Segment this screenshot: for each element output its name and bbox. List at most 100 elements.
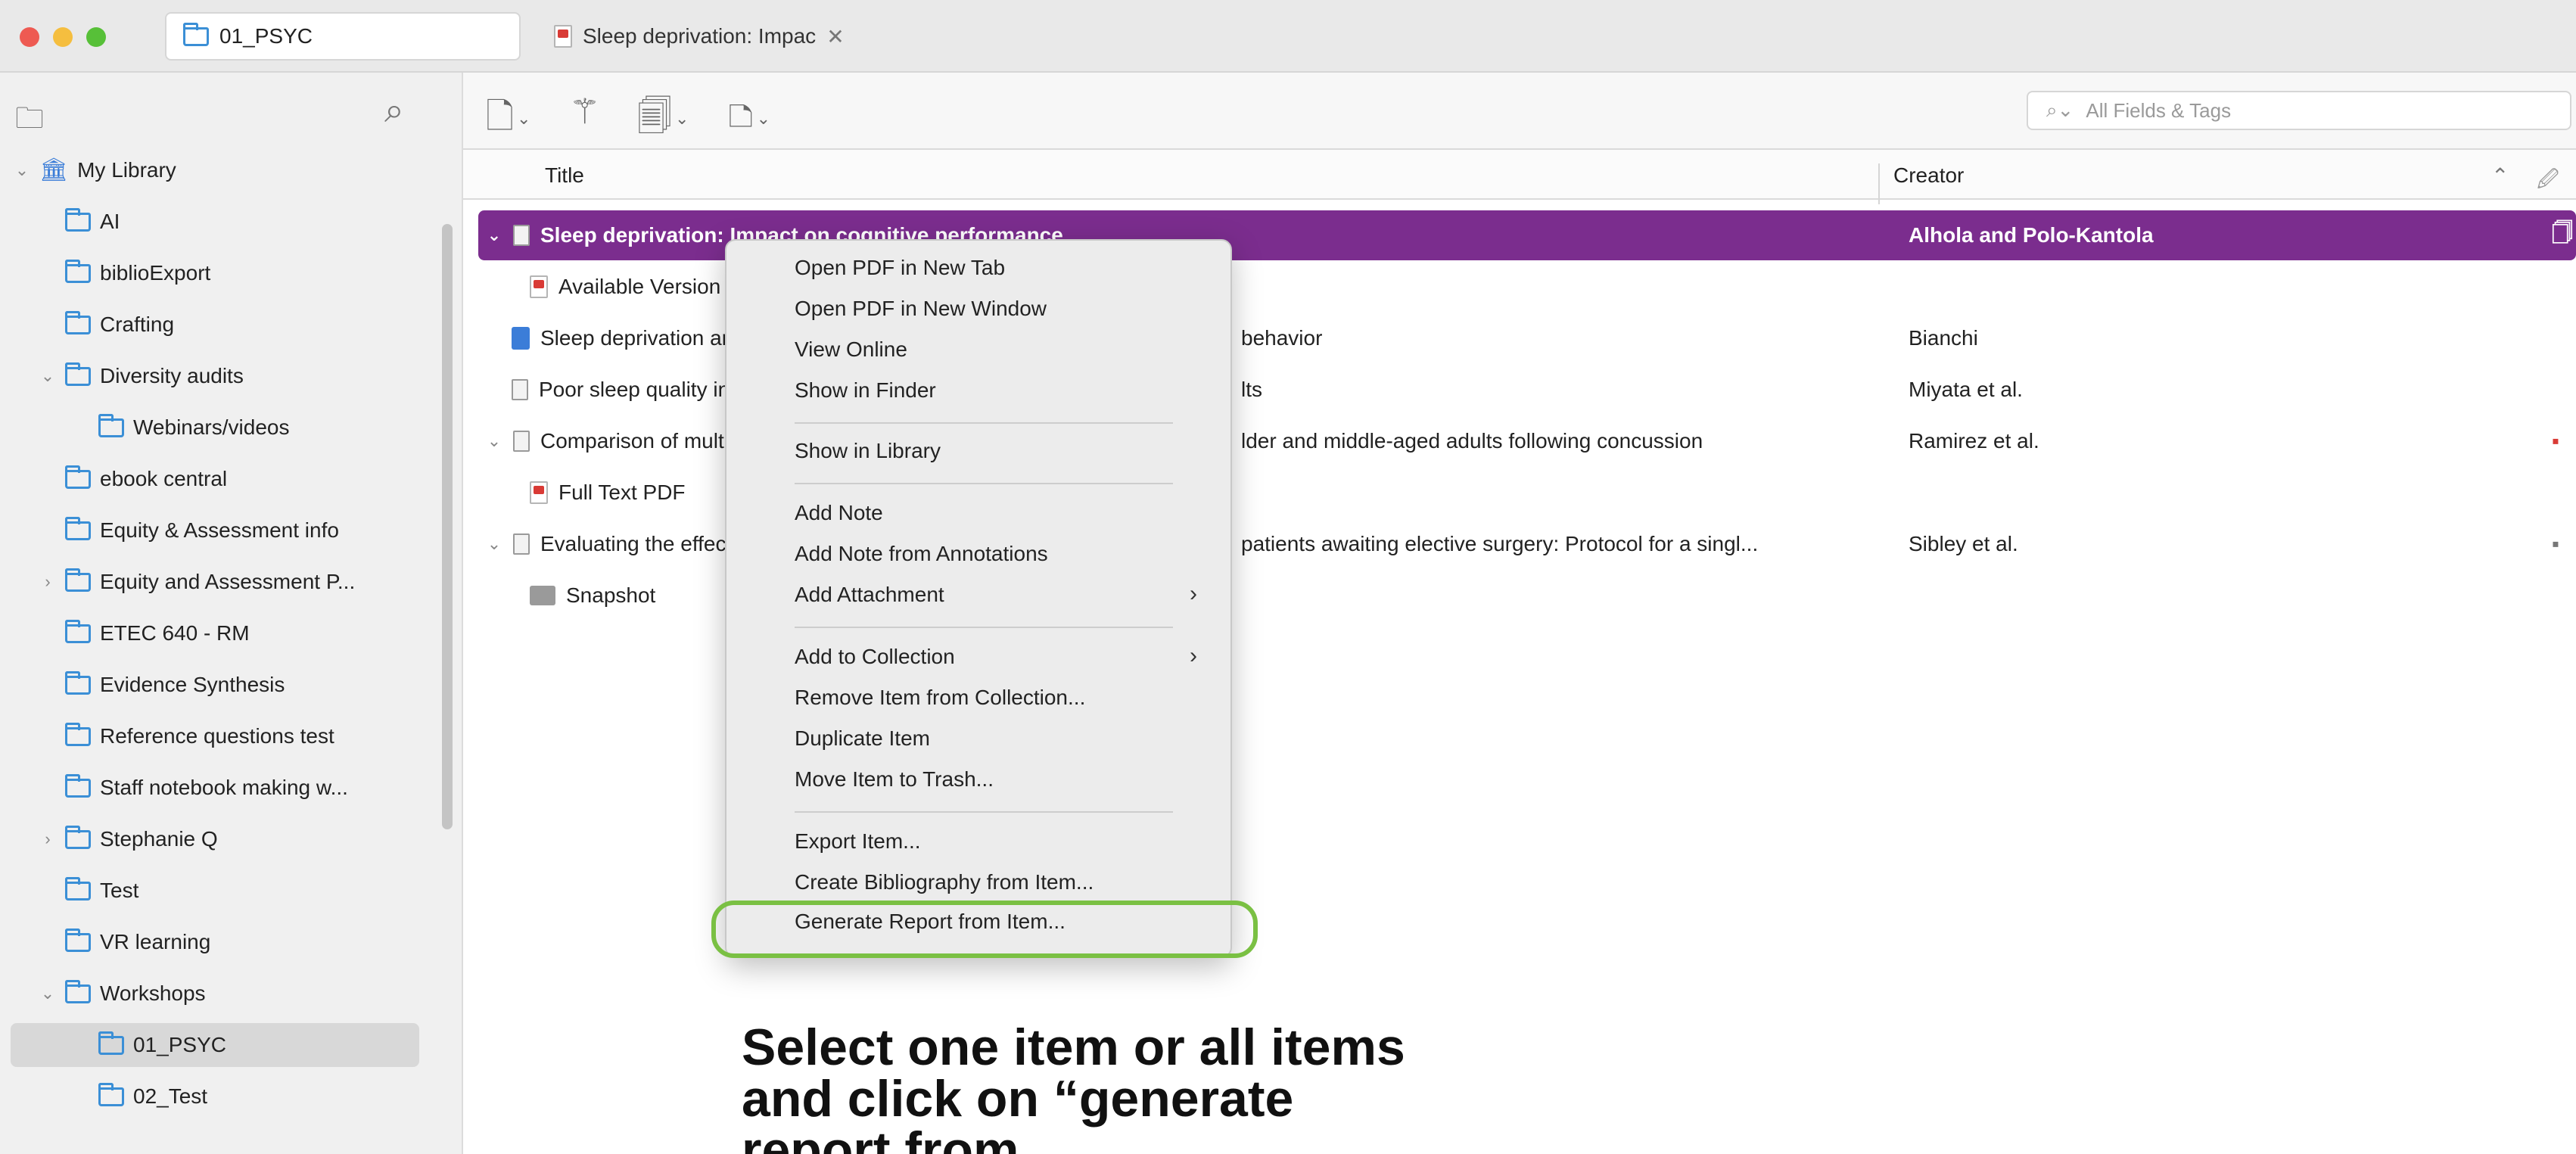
column-divider[interactable]	[1878, 163, 1880, 204]
menu-add-to-collection[interactable]: Add to Collection	[795, 645, 955, 669]
column-title[interactable]: Title	[545, 163, 584, 188]
sidebar-item-ai[interactable]: AI	[65, 200, 120, 244]
search-placeholder: All Fields & Tags	[2086, 98, 2232, 122]
folder-icon	[98, 413, 124, 437]
chevron-down-icon[interactable]: ⌄	[39, 984, 56, 1003]
sidebar-item-biblioexport[interactable]: biblioExport	[65, 251, 210, 295]
chevron-down-icon[interactable]: ⌄	[14, 160, 30, 180]
sidebar-item-01-psyc[interactable]: 01_PSYC	[11, 1023, 419, 1067]
book-icon	[512, 327, 530, 350]
sidebar-item-ebook-central[interactable]: ebook central	[65, 457, 227, 501]
library-icon: 🏛	[39, 157, 69, 182]
journal-article-icon	[513, 533, 530, 555]
attachment-icon[interactable]: 🗍	[2552, 217, 2573, 254]
title-cell: Sleep deprivation ar	[512, 326, 729, 350]
sidebar-item-label: Staff notebook making w...	[100, 776, 348, 799]
item-title: Snapshot	[566, 583, 656, 607]
sidebar-item-evidence-synthesis[interactable]: Evidence Synthesis	[65, 663, 285, 707]
search-icon[interactable]: ⌕	[384, 89, 404, 132]
menu-add-note-from-annotations[interactable]: Add Note from Annotations	[795, 542, 1048, 566]
sidebar-item-reference-questions-test[interactable]: Reference questions test	[65, 714, 334, 758]
sidebar-item-stephanie-q[interactable]: › Stephanie Q	[39, 817, 218, 861]
chevron-down-icon[interactable]: ⌄	[486, 534, 502, 554]
menu-create-bibliography[interactable]: Create Bibliography from Item...	[795, 870, 1094, 894]
tab-pdf-label: Sleep deprivation: Impac	[583, 24, 817, 48]
chevron-right-icon[interactable]: ›	[39, 829, 56, 849]
menu-separator	[795, 811, 1173, 813]
sidebar-item-label: Workshops	[100, 981, 206, 1005]
menu-remove-from-collection[interactable]: Remove Item from Collection...	[795, 686, 1085, 710]
pdf-attachment-icon[interactable]: ▪	[2552, 429, 2559, 453]
sidebar-item-etec-640[interactable]: ETEC 640 - RM	[65, 611, 250, 655]
new-collection-icon[interactable]: 🗀	[15, 97, 44, 146]
journal-article-icon	[513, 225, 530, 246]
sidebar-item-label: Webinars/videos	[133, 415, 290, 439]
sidebar-item-label: ebook central	[100, 467, 228, 490]
pdf-icon	[530, 275, 548, 298]
sidebar-item-equity-assessment-info[interactable]: Equity & Assessment info	[65, 509, 339, 552]
menu-show-in-finder[interactable]: Show in Finder	[795, 378, 936, 403]
sidebar-scrollbar[interactable]	[442, 224, 453, 829]
sidebar-item-label: Equity & Assessment info	[100, 518, 339, 542]
sidebar-item-crafting[interactable]: Crafting	[65, 303, 174, 347]
column-header: Title Creator ⌃ 🖉	[463, 148, 2576, 204]
sidebar-item-label: Crafting	[100, 313, 175, 336]
new-note-icon[interactable]: 🗅 ⌄	[728, 91, 770, 150]
chevron-right-icon[interactable]: ›	[39, 572, 56, 592]
search-input[interactable]: ⌕⌄ All Fields & Tags	[2027, 91, 2571, 130]
sidebar-item-equity-and-assessment-p[interactable]: › Equity and Assessment P...	[39, 560, 355, 604]
menu-view-online[interactable]: View Online	[795, 337, 907, 362]
column-creator[interactable]: Creator	[1893, 163, 1964, 188]
sidebar-item-webinars-videos[interactable]: Webinars/videos	[98, 406, 289, 449]
menu-show-in-library[interactable]: Show in Library	[795, 439, 941, 463]
menu-open-pdf-new-window[interactable]: Open PDF in New Window	[795, 297, 1047, 321]
menu-add-note[interactable]: Add Note	[795, 501, 883, 525]
sidebar-item-label: Diversity audits	[100, 364, 244, 387]
sort-ascending-icon[interactable]: ⌃	[2491, 163, 2509, 188]
menu-export-item[interactable]: Export Item...	[795, 829, 921, 854]
title-cell: ⌄ Comparison of multi	[486, 429, 729, 453]
sidebar-item-vr-learning[interactable]: VR learning	[65, 920, 210, 964]
sidebar-item-label: VR learning	[100, 930, 211, 953]
sidebar-item-test[interactable]: Test	[65, 869, 138, 913]
attachment-column-icon[interactable]: 🖉	[2537, 163, 2559, 200]
items-toolbar: 🗋 ⌄ ⚚ 🗐 ⌄ 🗅 ⌄ ⌕⌄ All Fields & Tags	[463, 73, 2576, 148]
snapshot-attachment-icon[interactable]: ▪	[2552, 532, 2559, 556]
zoom-window-button[interactable]	[86, 27, 106, 47]
item-creator: Sibley et al.	[1909, 532, 2018, 555]
sidebar-item-workshops[interactable]: ⌄ Workshops	[39, 972, 206, 1016]
minimize-window-button[interactable]	[53, 27, 73, 47]
folder-icon	[65, 979, 91, 1003]
menu-duplicate-item[interactable]: Duplicate Item	[795, 726, 930, 751]
tab-library[interactable]: 01_PSYC	[165, 12, 521, 61]
sidebar-item-diversity-audits[interactable]: ⌄ Diversity audits	[39, 354, 244, 398]
sidebar-item-label: ETEC 640 - RM	[100, 621, 250, 645]
magic-wand-icon[interactable]: ⚚	[569, 91, 600, 132]
sidebar-item-my-library[interactable]: ⌄ 🏛 My Library	[14, 148, 176, 192]
sidebar-item-label: Evidence Synthesis	[100, 673, 285, 696]
menu-open-pdf-new-tab[interactable]: Open PDF in New Tab	[795, 256, 1005, 280]
sidebar-item-label: Reference questions test	[100, 724, 334, 748]
chevron-down-icon[interactable]: ⌄	[486, 431, 502, 451]
chevron-down-icon[interactable]: ⌄	[39, 366, 56, 386]
snapshot-icon	[530, 586, 555, 605]
close-window-button[interactable]	[20, 27, 39, 47]
menu-move-to-trash[interactable]: Move Item to Trash...	[795, 767, 994, 792]
sidebar-item-staff-notebook[interactable]: Staff notebook making w...	[65, 766, 348, 810]
add-attachment-icon[interactable]: 🗐 ⌄	[637, 91, 689, 150]
highlight-annotation	[711, 900, 1258, 958]
sidebar-item-label: AI	[100, 210, 120, 233]
close-tab-icon[interactable]: ✕	[826, 24, 844, 49]
item-title-tail: behavior	[1241, 326, 1323, 350]
sidebar-item-02-test[interactable]: 02_Test	[98, 1075, 207, 1118]
chevron-down-icon[interactable]: ⌄	[486, 226, 502, 245]
folder-icon	[98, 1082, 124, 1106]
folder-icon	[65, 670, 91, 695]
tab-pdf[interactable]: Sleep deprivation: Impac ✕	[537, 12, 931, 61]
menu-add-attachment[interactable]: Add Attachment	[795, 583, 944, 607]
new-item-icon[interactable]: 🗋 ⌄	[486, 91, 530, 150]
context-menu: Open PDF in New Tab Open PDF in New Wind…	[725, 239, 1232, 958]
item-creator: Ramirez et al.	[1909, 429, 2039, 453]
sidebar-item-label: Test	[100, 879, 139, 902]
submenu-chevron-icon: ›	[1190, 643, 1197, 668]
